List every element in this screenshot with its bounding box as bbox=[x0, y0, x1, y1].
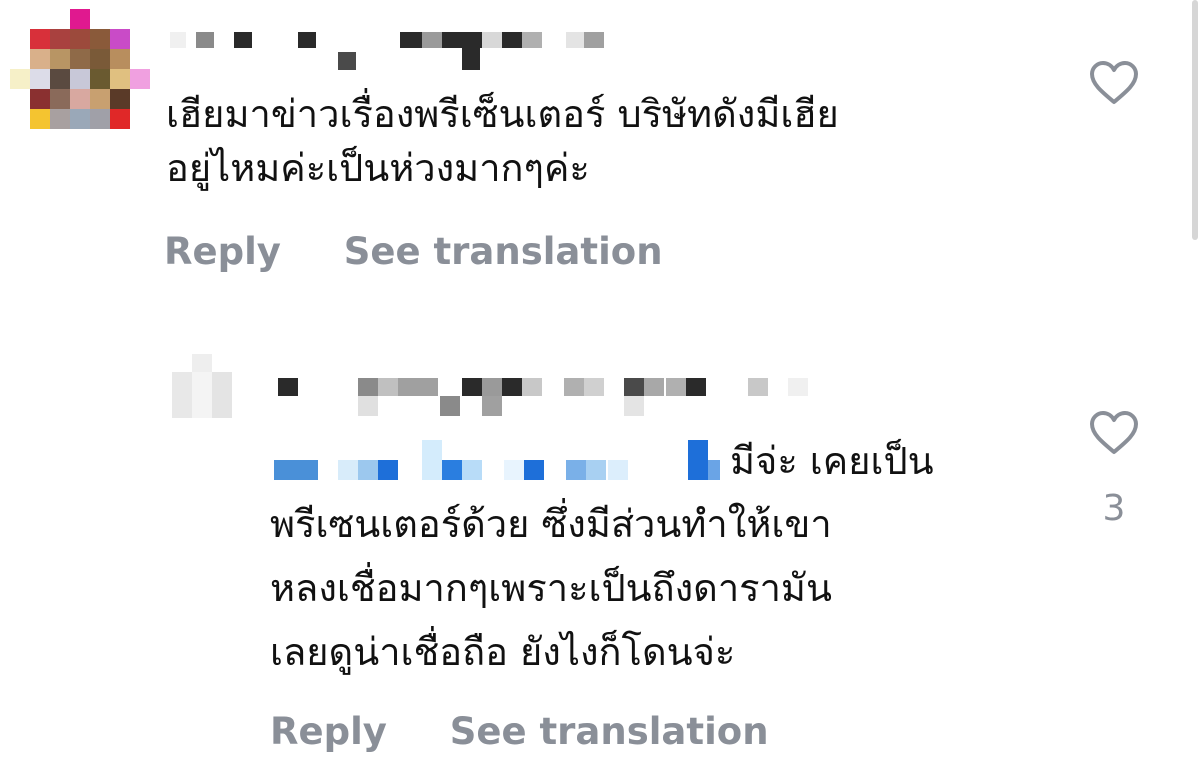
comment-text-continued: พรีเซนเตอร์ด้วย ซึ่งมีส่วนทำให้เขา หลงเช… bbox=[270, 497, 832, 679]
avatar[interactable] bbox=[10, 9, 156, 133]
comment-line: เฮียมาข่าวเรื่องพรีเซ็นเตอร์ บริษัทดังมี… bbox=[166, 92, 839, 136]
scrollbar[interactable] bbox=[1192, 0, 1198, 240]
see-translation-button[interactable]: See translation bbox=[450, 710, 769, 753]
mention-link[interactable] bbox=[274, 440, 726, 484]
username[interactable] bbox=[278, 378, 818, 420]
reply-button[interactable]: Reply bbox=[270, 710, 387, 753]
comment-line: อยู่ไหมค่ะเป็นห่วงมากๆค่ะ bbox=[166, 146, 590, 190]
comment-actions: Reply See translation bbox=[164, 230, 663, 273]
comment-line: มีจ่ะ เคยเป็น bbox=[730, 439, 934, 483]
comment-text: มีจ่ะ เคยเป็น bbox=[730, 434, 934, 488]
avatar[interactable] bbox=[172, 354, 242, 424]
comment-line: เลยดูน่าเชื่อถือ ยังไงก็โดนจ่ะ bbox=[270, 630, 736, 674]
reply-button[interactable]: Reply bbox=[164, 230, 281, 273]
heart-outline-icon[interactable] bbox=[1088, 410, 1140, 456]
heart-outline-icon[interactable] bbox=[1088, 60, 1140, 106]
comment-text: เฮียมาข่าวเรื่องพรีเซ็นเตอร์ บริษัทดังมี… bbox=[166, 87, 839, 195]
comment-actions: Reply See translation bbox=[270, 710, 769, 753]
like-count: 3 bbox=[1102, 488, 1126, 529]
see-translation-button[interactable]: See translation bbox=[344, 230, 663, 273]
comment-line: หลงเชื่อมากๆเพราะเป็นถึงดารามัน bbox=[270, 566, 832, 610]
comment-line: พรีเซนเตอร์ด้วย ซึ่งมีส่วนทำให้เขา bbox=[270, 502, 832, 546]
username[interactable] bbox=[170, 28, 610, 78]
